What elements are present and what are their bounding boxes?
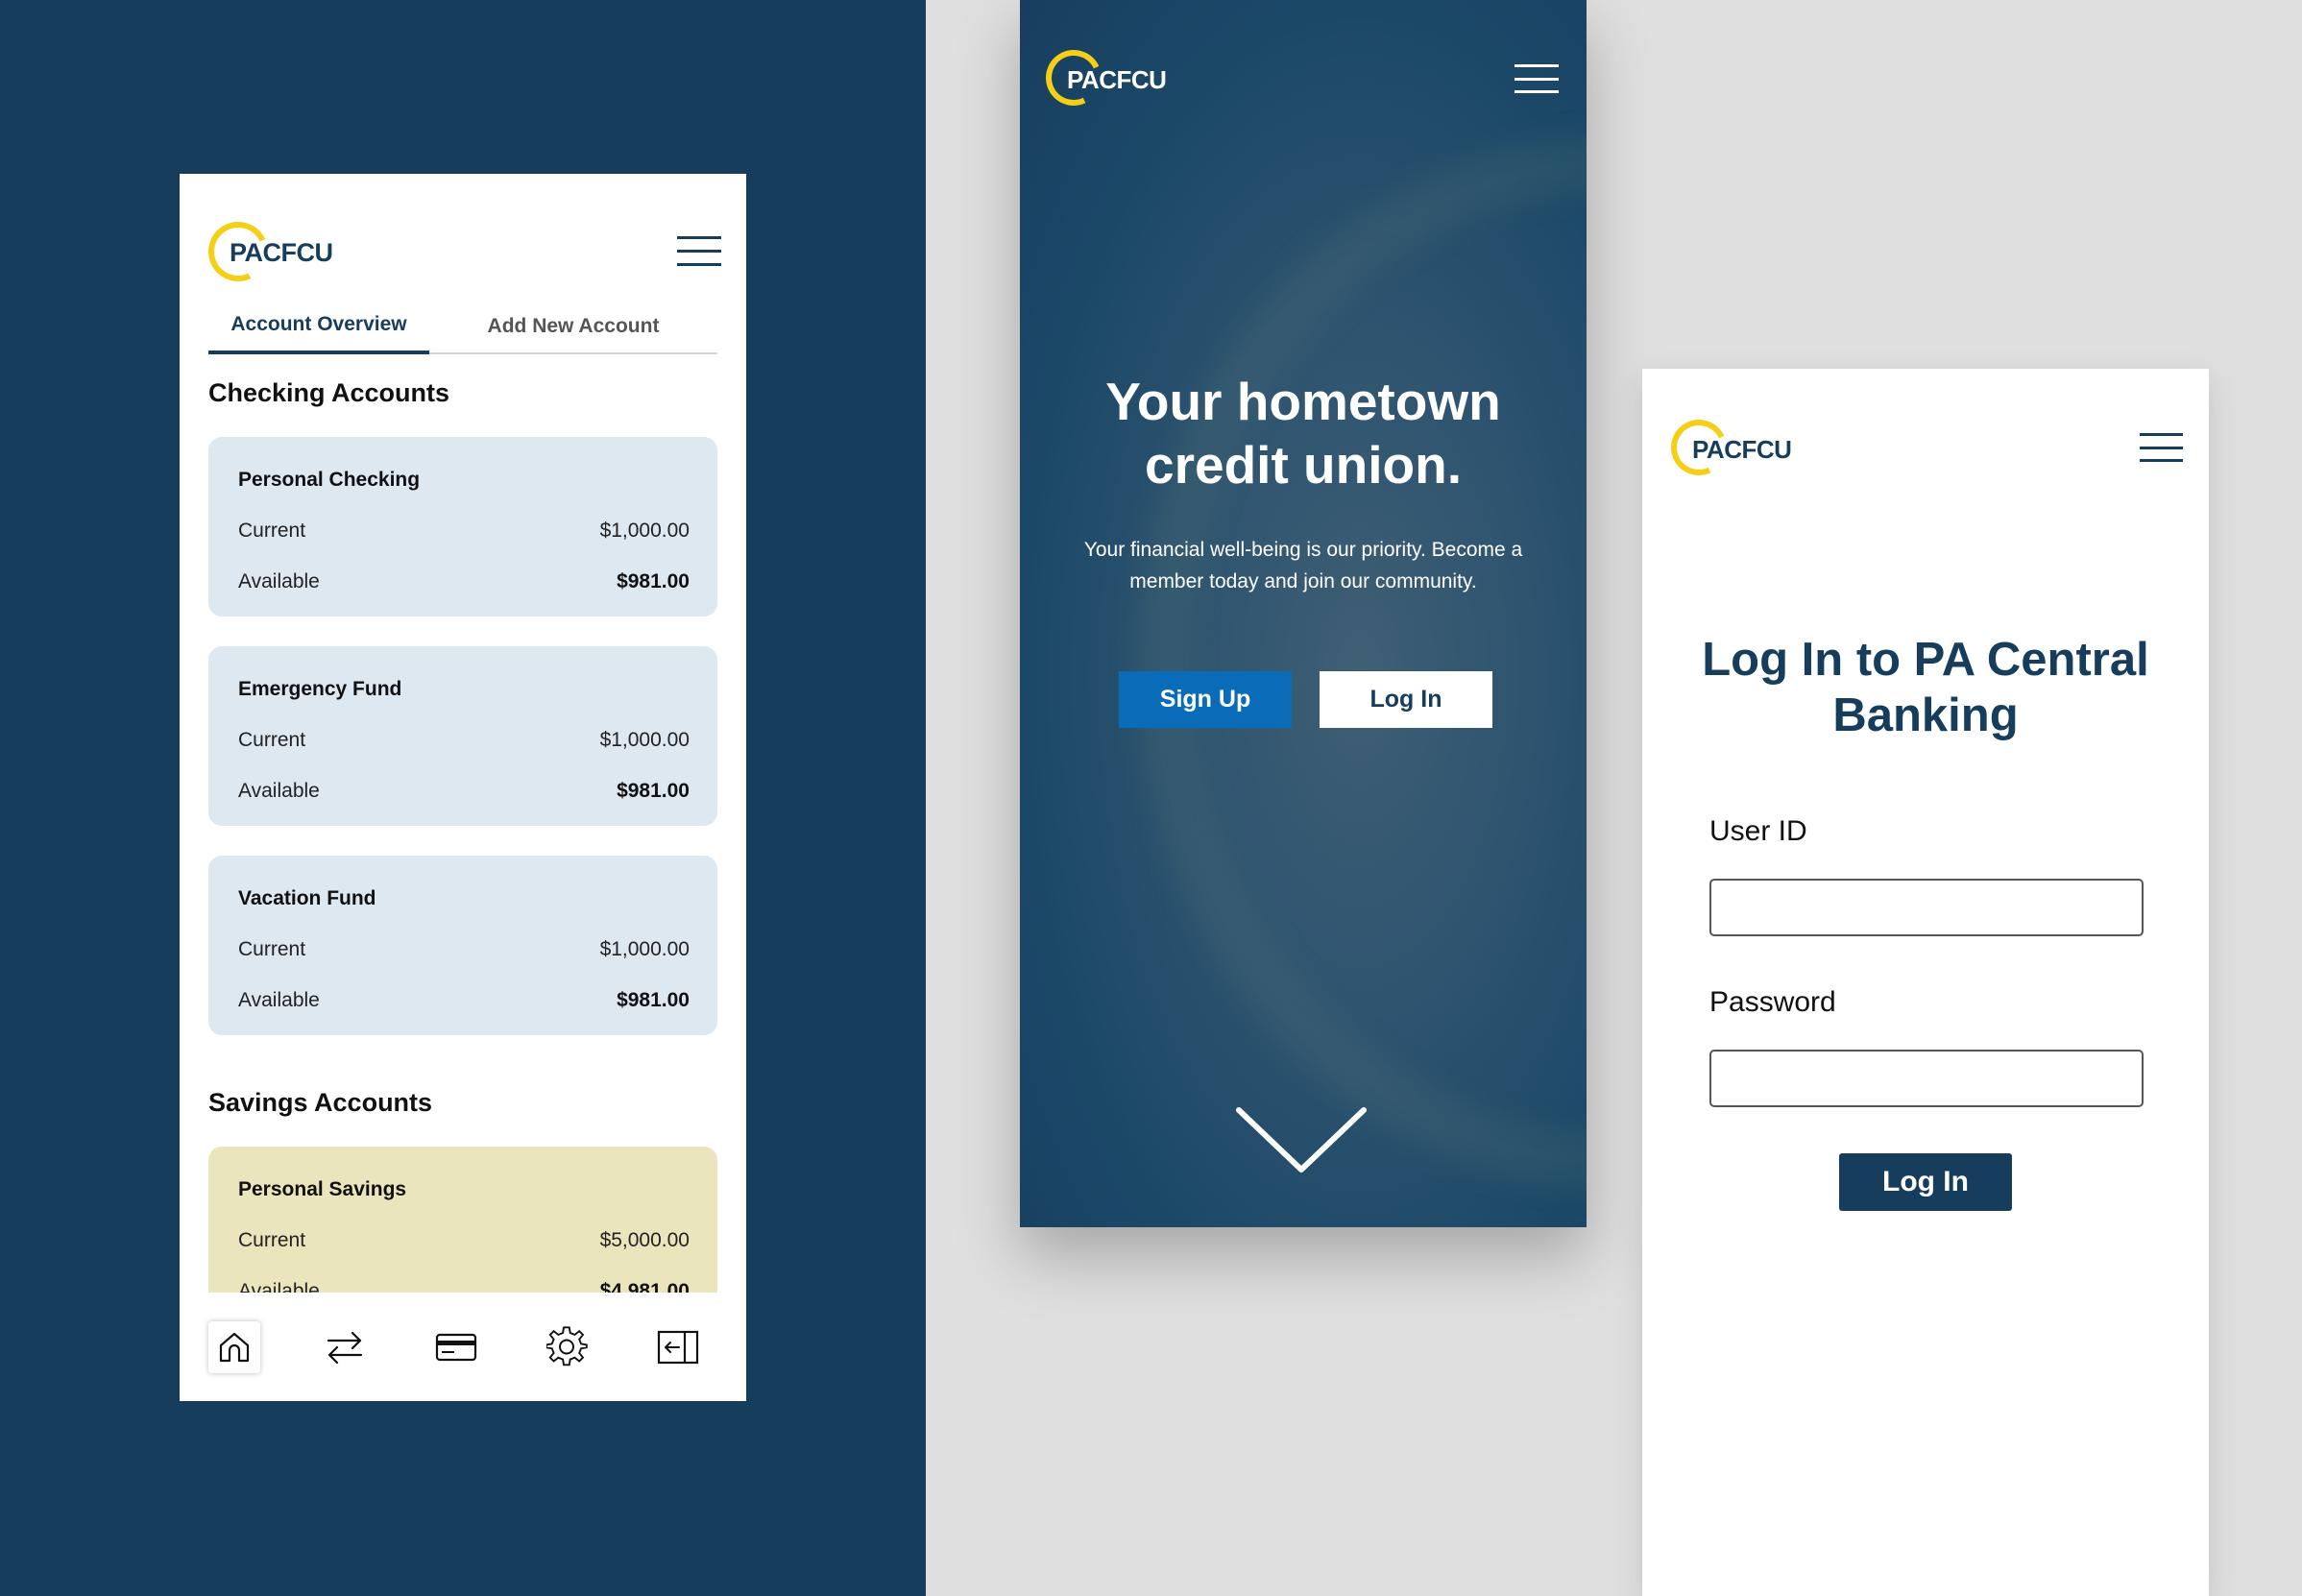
pacfcu-logo[interactable]: PACFCU — [1037, 41, 1167, 114]
available-value: $981.00 — [617, 570, 690, 592]
pacfcu-logo[interactable]: PACFCU — [1662, 411, 1792, 484]
tab-account-overview[interactable]: Account Overview — [208, 299, 429, 354]
menu-icon[interactable] — [2140, 433, 2183, 462]
logo-text: PACFCU — [230, 237, 333, 267]
available-label: Available — [238, 780, 320, 802]
sign-up-button[interactable]: Sign Up — [1119, 671, 1292, 728]
account-tabs: Account Overview Add New Account — [208, 299, 717, 354]
current-label: Current — [238, 1229, 306, 1251]
bottom-nav-bar — [180, 1293, 746, 1401]
account-name: Vacation Fund — [238, 887, 376, 909]
account-name: Personal Savings — [238, 1178, 407, 1200]
current-balance-row: Current $5,000.00 — [238, 1229, 690, 1252]
current-value: $5,000.00 — [599, 1229, 690, 1251]
rainbow-backdrop — [1135, 134, 1587, 1191]
available-label: Available — [238, 989, 320, 1011]
current-value: $1,000.00 — [599, 520, 690, 542]
login-title: Log In to PA Central Banking — [1702, 634, 2149, 741]
password-label: Password — [1709, 986, 1836, 1018]
current-value: $1,000.00 — [599, 938, 690, 960]
account-overview-screen: PACFCU Account Overview Add New Account … — [180, 174, 746, 1401]
pacfcu-logo[interactable]: PACFCU — [200, 213, 333, 290]
logo-text: PACFCU — [1067, 64, 1167, 94]
available-balance-row: Available $981.00 — [238, 570, 690, 593]
menu-icon[interactable] — [1514, 64, 1559, 93]
current-label: Current — [238, 938, 306, 960]
account-card-vacation-fund[interactable]: Vacation Fund Current $1,000.00 Availabl… — [208, 856, 717, 1035]
account-card-personal-checking[interactable]: Personal Checking Current $1,000.00 Avai… — [208, 437, 717, 617]
checking-accounts-heading: Checking Accounts — [208, 378, 450, 407]
tab-add-new-account[interactable]: Add New Account — [429, 299, 717, 354]
transfer-icon[interactable] — [319, 1321, 371, 1373]
logout-icon[interactable] — [652, 1321, 704, 1373]
hero-title: Your hometown credit union. — [1105, 372, 1501, 495]
user-id-label: User ID — [1709, 815, 1807, 847]
current-balance-row: Current $1,000.00 — [238, 938, 690, 961]
current-balance-row: Current $1,000.00 — [238, 729, 690, 752]
available-balance-row: Available $981.00 — [238, 989, 690, 1012]
account-card-emergency-fund[interactable]: Emergency Fund Current $1,000.00 Availab… — [208, 646, 717, 826]
available-balance-row: Available $981.00 — [238, 780, 690, 803]
current-balance-row: Current $1,000.00 — [238, 520, 690, 543]
savings-accounts-heading: Savings Accounts — [208, 1088, 433, 1117]
settings-icon[interactable] — [542, 1321, 594, 1373]
logo-text: PACFCU — [1692, 434, 1792, 464]
chevron-down-icon[interactable] — [1233, 1102, 1369, 1179]
log-in-button[interactable]: Log In — [1320, 671, 1492, 728]
menu-icon[interactable] — [677, 236, 721, 266]
current-label: Current — [238, 520, 306, 542]
user-id-input[interactable] — [1709, 879, 2144, 936]
account-name: Personal Checking — [238, 469, 421, 491]
password-input[interactable] — [1709, 1050, 2144, 1107]
landing-hero-screen: PACFCU Your hometown credit union. Your … — [1020, 0, 1587, 1227]
home-icon[interactable] — [208, 1321, 260, 1373]
log-in-submit-button[interactable]: Log In — [1839, 1153, 2012, 1211]
available-value: $981.00 — [617, 989, 690, 1011]
login-screen: PACFCU Log In to PA Central Banking User… — [1642, 369, 2209, 1596]
current-label: Current — [238, 729, 306, 751]
account-name: Emergency Fund — [238, 678, 402, 700]
available-label: Available — [238, 570, 320, 592]
card-icon[interactable] — [430, 1321, 482, 1373]
hero-subtitle: Your financial well-being is our priorit… — [1083, 539, 1523, 592]
current-value: $1,000.00 — [599, 729, 690, 751]
available-value: $981.00 — [617, 780, 690, 802]
